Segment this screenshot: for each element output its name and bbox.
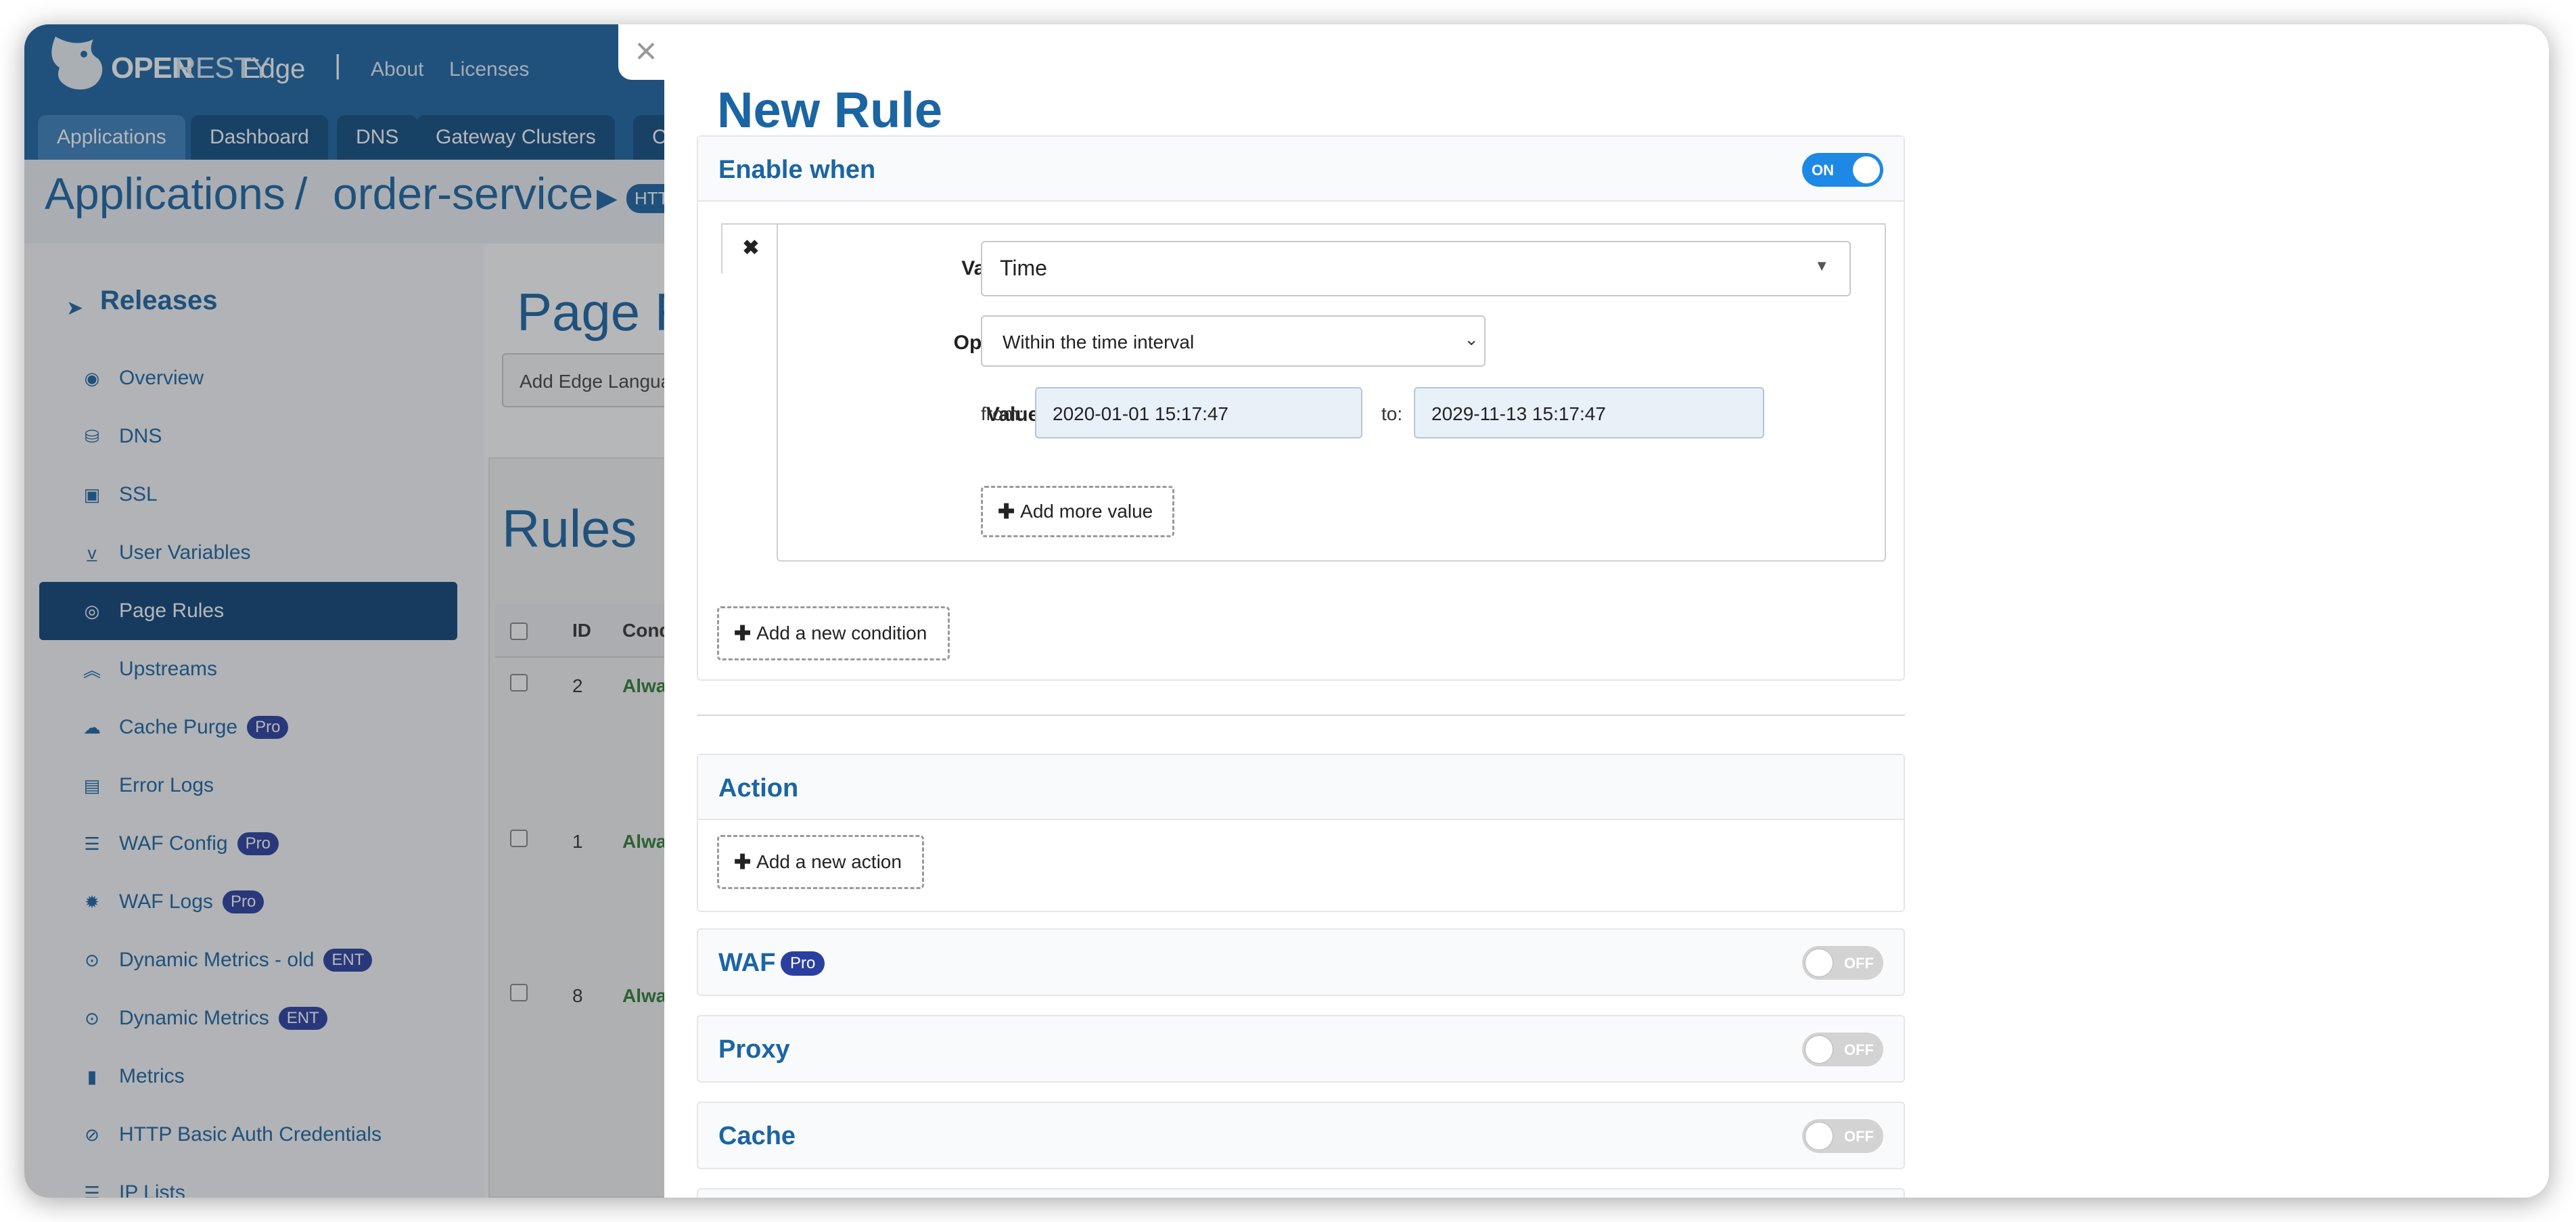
value-label: Value* (986, 403, 1051, 426)
proxy-title: Proxy (718, 1035, 790, 1064)
plus-icon: ✚ (734, 851, 752, 874)
operator-select[interactable]: Within the time interval ⌄ (981, 315, 1486, 367)
section-divider (697, 715, 1905, 716)
waf-title: WAF (718, 949, 776, 977)
enable-when-toggle[interactable]: ON (1802, 153, 1883, 187)
toggle-label: OFF (1844, 955, 1874, 972)
toggle-label: OFF (1844, 1041, 1874, 1058)
to-date-input[interactable]: 2029-11-13 15:17:47 (1414, 387, 1764, 438)
enable-when-title: Enable when (718, 156, 876, 184)
add-condition-button[interactable]: ✚ Add a new condition (717, 606, 950, 660)
cache-toggle[interactable]: OFF (1802, 1119, 1883, 1153)
toggle-knob (1853, 156, 1880, 183)
modal-title: New Rule (717, 82, 943, 138)
add-more-value-button[interactable]: ✚ Add more value (981, 486, 1174, 537)
plus-icon: ✚ (734, 622, 752, 645)
chevron-down-icon: ⌄ (1464, 329, 1479, 349)
variable-value: Time (1000, 256, 1047, 280)
action-title: Action (718, 774, 799, 802)
toggle-label: OFF (1844, 1128, 1874, 1145)
toggle-label: ON (1812, 162, 1834, 179)
toggle-knob (1806, 949, 1833, 976)
from-label: from: (981, 403, 1024, 424)
enable-when-header: Enable when ON (698, 137, 1904, 202)
proxy-card: Proxy OFF (697, 1015, 1905, 1083)
enable-when-card: Enable when ON ✖ Variable* Time ▼ Operat… (697, 135, 1905, 681)
proxy-toggle[interactable]: OFF (1802, 1033, 1883, 1066)
to-label: to: (1381, 403, 1403, 424)
from-date-input[interactable]: 2020-01-01 15:17:47 (1035, 387, 1362, 438)
action-header: Action (698, 755, 1904, 820)
variable-select[interactable]: Time ▼ (981, 241, 1851, 296)
operator-value: Within the time interval (1003, 332, 1195, 353)
cache-card: Cache OFF (697, 1102, 1905, 1169)
action-card: Action ✚ Add a new action (697, 754, 1905, 912)
chevron-down-icon: ▼ (1814, 257, 1829, 274)
remove-condition-button[interactable]: ✖ (721, 223, 779, 273)
next-section-card (697, 1188, 1905, 1198)
waf-card: WAF Pro OFF (697, 928, 1905, 996)
add-action-button[interactable]: ✚ Add a new action (717, 835, 924, 889)
waf-toggle[interactable]: OFF (1802, 946, 1883, 980)
plus-icon: ✚ (998, 500, 1015, 523)
toggle-knob (1806, 1036, 1833, 1063)
cache-title: Cache (718, 1122, 796, 1150)
toggle-knob (1806, 1123, 1833, 1150)
pro-badge: Pro (781, 951, 825, 976)
screenshot-frame: OPEN RESTY Edge | About Licenses Applica… (24, 24, 2549, 1198)
